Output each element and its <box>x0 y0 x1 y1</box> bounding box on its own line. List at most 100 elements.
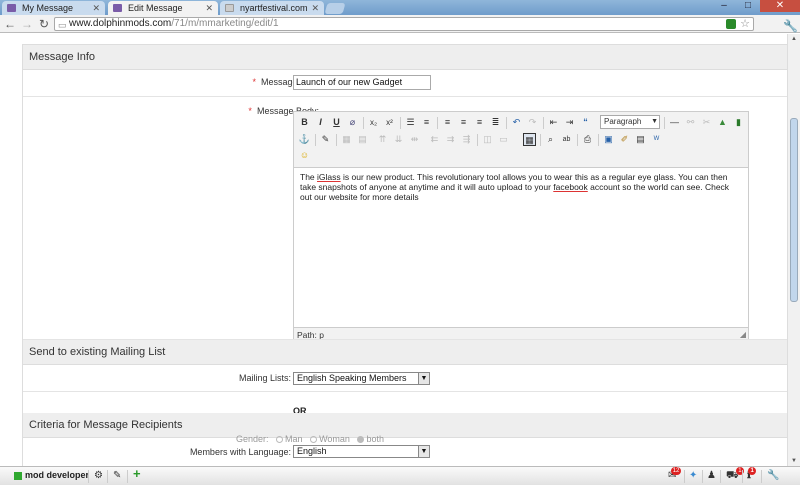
blockquote-icon[interactable]: “ <box>579 116 592 129</box>
col-after-icon[interactable]: ⇉ <box>444 133 457 146</box>
subscript-icon[interactable]: x₂ <box>367 116 380 129</box>
row-before-icon[interactable]: ⇈ <box>376 133 389 146</box>
gender-radio-woman[interactable] <box>310 436 318 443</box>
reload-icon[interactable]: ↻ <box>37 17 51 31</box>
table-props-icon[interactable]: ▦ <box>340 133 353 146</box>
strikethrough-icon[interactable]: ⌀ <box>346 116 359 129</box>
delete-row-icon[interactable]: ⇹ <box>408 133 421 146</box>
bold-icon[interactable]: B <box>298 116 311 129</box>
favicon-icon <box>113 4 122 12</box>
info-icon[interactable]: ℹ1 <box>747 467 756 483</box>
bullet-list-icon[interactable]: ☰ <box>404 116 417 129</box>
edit-icon[interactable]: ✎ <box>113 469 121 483</box>
mailing-lists-select[interactable]: English Speaking Members ▼ <box>293 372 430 385</box>
member-toolbar: mod developer ⚙ ✎ + ✉ 12 ✦ ♟ ⛟ 1 ℹ1 🔧 <box>0 466 800 485</box>
editor-body[interactable]: The iGlass is our new product. This revo… <box>294 168 748 327</box>
close-window-button[interactable]: ✕ <box>760 0 800 12</box>
row-props-icon[interactable]: ▤ <box>356 133 369 146</box>
page-scrollbar[interactable]: ▲ ▼ <box>787 34 800 466</box>
form-panel: Message Info * Message Title: Launch of … <box>22 44 787 466</box>
format-select[interactable]: Paragraph ▼ <box>600 115 660 129</box>
message-title-input[interactable]: Launch of our new Gadget <box>293 75 431 90</box>
extension-icon[interactable] <box>726 19 736 29</box>
tab-edit-message[interactable]: Edit Message ✕ <box>108 1 218 15</box>
section-criteria: Criteria for Message Recipients <box>23 413 787 438</box>
notice-count-badge: 1 <box>748 467 756 475</box>
col-before-icon[interactable]: ⇇ <box>428 133 441 146</box>
forward-icon[interactable]: → <box>20 17 34 31</box>
new-tab-button[interactable] <box>324 3 346 14</box>
gender-row: Gender: Man Woman both <box>236 434 384 444</box>
member-name[interactable]: mod developer <box>25 470 89 480</box>
align-left-icon[interactable]: ≡ <box>441 116 454 129</box>
bookmark-star-icon[interactable]: ☆ <box>740 18 750 30</box>
edit-html-icon[interactable]: ✎ <box>319 133 332 146</box>
gender-label: Gender: <box>236 434 269 444</box>
scroll-up-icon[interactable]: ▲ <box>791 36 797 42</box>
indent-icon[interactable]: ⇥ <box>563 116 576 129</box>
maximize-button[interactable]: □ <box>736 0 760 12</box>
emoticon-icon[interactable]: ☺ <box>298 149 311 162</box>
find-icon[interactable]: ⌕ <box>544 133 557 146</box>
tab-my-message[interactable]: My Message ✕ <box>2 1 105 15</box>
align-right-icon[interactable]: ≡ <box>473 116 486 129</box>
print-icon[interactable]: ⎙ <box>581 133 594 146</box>
paste-word-icon[interactable]: W <box>650 133 663 146</box>
cart-icon[interactable]: ⛟ 1 <box>726 467 744 483</box>
fullscreen-icon[interactable]: ▣ <box>602 133 615 146</box>
replace-icon[interactable]: ab <box>560 133 573 146</box>
link-icon[interactable]: ⚯ <box>684 116 697 129</box>
align-justify-icon[interactable]: ≣ <box>489 116 502 129</box>
gender-radio-man[interactable] <box>276 436 284 443</box>
close-tab-icon[interactable]: ✕ <box>205 1 213 15</box>
editor-toolbar: B I U ⌀ x₂ x² ☰ ≡ ≡ ≡ ≡ ≣ ↶ ↷ ⇤ ⇥ “ Para… <box>294 112 748 168</box>
numbered-list-icon[interactable]: ≡ <box>420 116 433 129</box>
user-icon[interactable]: ♟ <box>707 469 716 483</box>
tab-title: Edit Message <box>128 3 183 13</box>
minimize-button[interactable]: – <box>712 0 736 12</box>
horizontal-rule-icon[interactable]: — <box>668 116 681 129</box>
mail-icon[interactable]: ✉ 12 <box>668 467 682 483</box>
twitter-icon[interactable]: ✦ <box>689 469 697 483</box>
browser-tab-strip: My Message ✕ Edit Message ✕ nyartfestiva… <box>0 0 800 15</box>
anchor-icon[interactable]: ⚓ <box>298 133 311 146</box>
merge-cells-icon[interactable]: ▭ <box>497 133 510 146</box>
add-icon[interactable]: + <box>133 467 141 481</box>
tab-title: My Message <box>22 3 74 13</box>
scroll-thumb[interactable] <box>790 118 798 302</box>
language-select[interactable]: English ▼ <box>293 445 430 458</box>
tab-nyartfestival[interactable]: nyartfestival.com ✕ <box>220 1 324 15</box>
insert-table-icon[interactable]: ▦ <box>523 133 536 146</box>
online-status-icon <box>14 472 22 480</box>
wrench-menu-icon[interactable]: 🔧 <box>783 19 798 33</box>
tab-title: nyartfestival.com <box>240 3 308 13</box>
insert-image-icon[interactable]: ▲ <box>716 116 729 129</box>
favicon-icon <box>7 4 16 12</box>
rich-text-editor[interactable]: B I U ⌀ x₂ x² ☰ ≡ ≡ ≡ ≡ ≣ ↶ ↷ ⇤ ⇥ “ Para… <box>293 111 749 343</box>
row-after-icon[interactable]: ⇊ <box>392 133 405 146</box>
address-bar[interactable]: ▭ www.dolphinmods.com/71/m/mmarketing/ed… <box>54 17 754 31</box>
close-tab-icon[interactable]: ✕ <box>311 1 319 15</box>
undo-icon[interactable]: ↶ <box>510 116 523 129</box>
paste-text-icon[interactable]: ▤ <box>634 133 647 146</box>
cleanup-icon[interactable]: ✐ <box>618 133 631 146</box>
align-center-icon[interactable]: ≡ <box>457 116 470 129</box>
split-cells-icon[interactable]: ◫ <box>481 133 494 146</box>
back-icon[interactable]: ← <box>3 17 17 31</box>
mail-count-badge: 12 <box>670 467 682 475</box>
unlink-icon[interactable]: ✂ <box>700 116 713 129</box>
outdent-icon[interactable]: ⇤ <box>547 116 560 129</box>
delete-col-icon[interactable]: ⇶ <box>460 133 473 146</box>
italic-icon[interactable]: I <box>314 116 327 129</box>
underline-icon[interactable]: U <box>330 116 343 129</box>
close-tab-icon[interactable]: ✕ <box>92 1 100 15</box>
browser-toolbar: ← → ↻ ▭ www.dolphinmods.com/71/m/mmarket… <box>0 15 800 33</box>
media-icon[interactable]: ▮ <box>732 116 745 129</box>
gender-radio-both[interactable] <box>357 436 365 443</box>
gear-icon[interactable]: ⚙ <box>94 469 103 483</box>
superscript-icon[interactable]: x² <box>383 116 396 129</box>
wrench-icon[interactable]: 🔧 <box>767 469 779 483</box>
redo-icon[interactable]: ↷ <box>526 116 539 129</box>
section-message-info: Message Info <box>23 45 787 70</box>
scroll-down-icon[interactable]: ▼ <box>791 458 797 464</box>
